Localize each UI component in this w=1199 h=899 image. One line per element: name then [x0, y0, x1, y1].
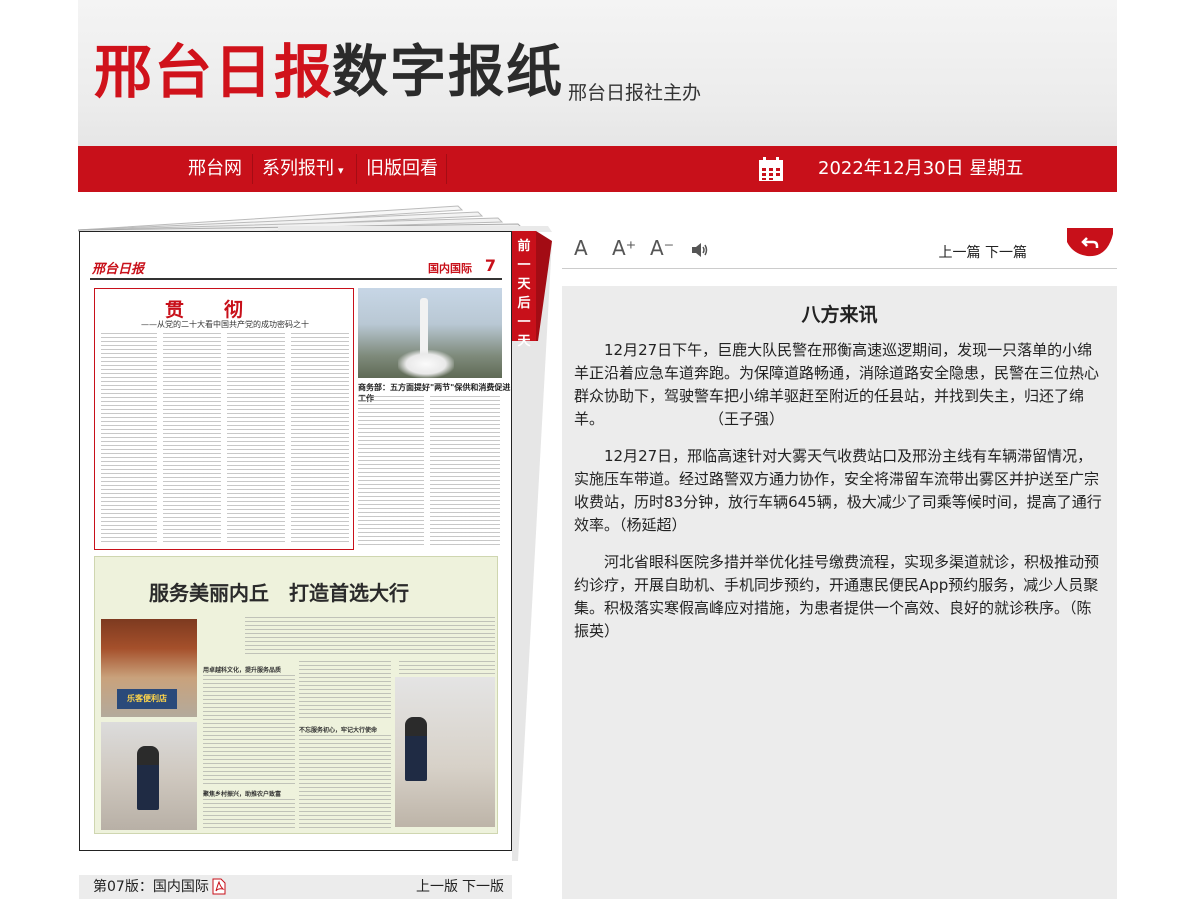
text-column: [163, 333, 221, 545]
dropdown-marker: ▾: [338, 164, 344, 177]
paper-stack-decoration: [78, 205, 552, 235]
prev-day-char[interactable]: 天: [517, 275, 530, 294]
main-nav: 邢台网 系列报刊 ▾ 旧版回看 2022年12月30日 星期五: [78, 146, 1117, 192]
next-day-char[interactable]: 一: [517, 313, 530, 332]
article-toolbar: A A⁺ A⁻ 上一篇 下一篇: [562, 228, 1117, 272]
next-day-char[interactable]: 后: [517, 294, 530, 313]
text-block: [245, 617, 495, 657]
newspaper-logo: 邢台日报: [92, 262, 145, 277]
rocket-launch-photo[interactable]: [358, 288, 502, 378]
person-shape: [137, 746, 159, 810]
newspaper-headline: 贯彻: [165, 299, 284, 321]
ad-title: 服务美丽内丘 打造首选大行: [149, 581, 409, 605]
newspaper-page-number: 7: [484, 256, 496, 275]
service-photo: [395, 677, 495, 827]
prev-day-char[interactable]: 前: [517, 237, 530, 256]
logo-subtitle: 邢台日报社主办: [568, 82, 702, 104]
ad-caption-1: 用卓越科文化，提升服务品质: [203, 667, 282, 674]
logo-title-dark[interactable]: 数字报纸: [332, 36, 564, 108]
article-content: 八方来讯 12月27日下午，巨鹿大队民警在邢衡高速巡逻期间，发现一只落单的小绵羊…: [562, 286, 1117, 899]
prev-article-link[interactable]: 上一篇: [939, 245, 981, 261]
store-photo: 乐客便利店: [101, 619, 197, 717]
rocket-shape: [420, 298, 428, 358]
staff-photo: [101, 722, 197, 830]
newspaper-masthead: 邢台日报 国内国际 7: [90, 256, 502, 280]
article-title: 八方来讯: [801, 304, 878, 326]
day-switch-tab: 前 一 天 后 一 天: [512, 231, 536, 349]
speaker-icon[interactable]: [690, 240, 710, 260]
nav-item-series-label: 系列报刊: [262, 158, 334, 179]
article-paragraph: 河北省眼科医院多措并举优化挂号缴费流程，实现多渠道就诊，积极推动预约诊疗，开展自…: [574, 553, 1100, 640]
font-increase-button[interactable]: A⁺: [612, 236, 636, 260]
calendar-icon[interactable]: [758, 156, 784, 182]
prev-page-link[interactable]: 上一版: [416, 875, 458, 899]
person-shape: [405, 717, 427, 781]
nav-divider: [252, 154, 253, 184]
article-paragraph: 12月27日，邢临高速针对大雾天气收费站口及邢汾主线有车辆滞留情况，实施压车带道…: [574, 447, 1102, 534]
nav-item-old-version[interactable]: 旧版回看: [366, 146, 438, 192]
article-pager: 上一篇 下一篇: [939, 242, 1027, 262]
text-column: [291, 333, 349, 545]
prev-day-char[interactable]: 一: [517, 256, 530, 275]
nav-divider: [356, 154, 357, 184]
text-column: [430, 396, 500, 546]
site-header: 邢台日报 数字报纸 邢台日报社主办: [78, 0, 1117, 146]
pdf-icon[interactable]: [212, 878, 226, 895]
article-block-guanche[interactable]: 贯彻 ——从党的二十大看中国共产党的成功密码之十: [94, 288, 354, 550]
text-column: [101, 333, 157, 545]
text-column: [203, 675, 295, 785]
text-column: [399, 661, 495, 675]
nav-divider: [446, 154, 447, 184]
text-column: [227, 333, 285, 545]
ad-caption-3: 聚焦乡村振兴，助推农户致富: [203, 791, 282, 798]
font-default-button[interactable]: A: [574, 236, 588, 260]
page-label[interactable]: 第07版：国内国际: [93, 875, 209, 899]
newspaper-section: 国内国际: [428, 262, 472, 275]
next-page-link[interactable]: 下一版: [462, 875, 504, 899]
newspaper-subheadline: ——从党的二十大看中国共产党的成功密码之十: [141, 320, 309, 329]
nav-item-series[interactable]: 系列报刊 ▾: [262, 146, 344, 192]
text-column: [203, 799, 295, 829]
ad-caption-2: 不忘服务初心，牢记大行使命: [299, 727, 378, 734]
ad-block-service[interactable]: 服务美丽内丘 打造首选大行 乐客便利店 用卓越科文化，提升服务品质 聚焦乡村振兴…: [94, 556, 498, 834]
font-decrease-button[interactable]: A⁻: [650, 236, 674, 260]
article-paragraph: 12月27日下午，巨鹿大队民警在邢衡高速巡逻期间，发现一只落单的小绵羊正沿着应急…: [574, 341, 1100, 428]
nav-item-xingtaiwang[interactable]: 邢台网: [188, 146, 242, 192]
next-article-link[interactable]: 下一篇: [985, 245, 1027, 261]
text-column: [358, 396, 424, 546]
back-arrow-icon[interactable]: [1067, 228, 1113, 258]
text-column: [299, 735, 391, 829]
toolbar-divider: [562, 268, 1117, 269]
smoke-shape: [398, 350, 454, 378]
logo-title-red[interactable]: 邢台日报: [94, 36, 334, 108]
next-day-char[interactable]: 天: [517, 332, 530, 351]
current-date: 2022年12月30日 星期五: [818, 158, 1024, 179]
text-column: [299, 661, 391, 721]
store-sign: 乐客便利店: [117, 689, 177, 709]
newspaper-page[interactable]: 邢台日报 国内国际 7 贯彻 ——从党的二十大看中国共产党的成功密码之十 商务部…: [79, 231, 512, 851]
page-footer: 第07版：国内国际 上一版 下一版: [79, 875, 512, 899]
